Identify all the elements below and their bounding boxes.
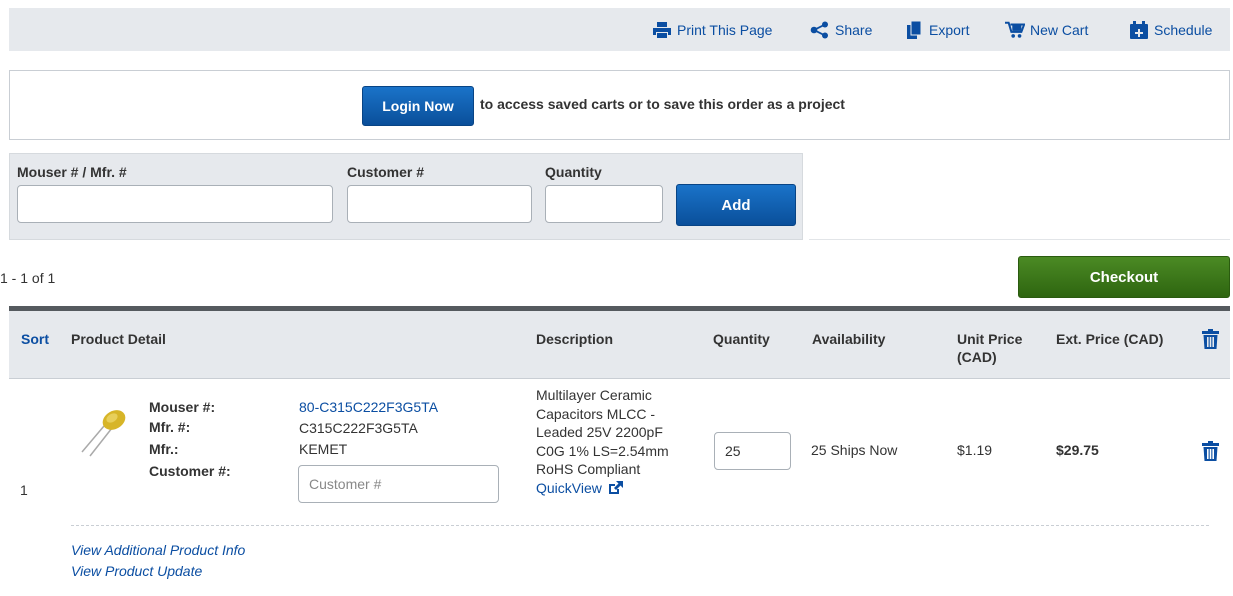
delete-row-trash-icon[interactable] xyxy=(1202,441,1219,461)
mfr-row-label: Mfr.: xyxy=(149,441,179,457)
printer-icon xyxy=(653,22,671,38)
manufacturer-name: KEMET xyxy=(299,441,348,457)
external-link-icon xyxy=(608,480,623,494)
mouser-part-link[interactable]: 80-C315C222F3G5TA xyxy=(299,399,438,415)
description-line: Capacitors MLCC - xyxy=(536,405,656,422)
customer-number-input[interactable] xyxy=(347,185,532,223)
export-icon xyxy=(907,21,922,39)
mfr-part-number: C315C222F3G5TA xyxy=(299,420,418,436)
row-quantity-input[interactable] xyxy=(714,432,791,470)
mouser-number-input[interactable] xyxy=(17,185,333,223)
ext-price-header: Ext. Price (CAD) xyxy=(1056,331,1164,347)
row-number: 1 xyxy=(20,482,28,498)
unit-price-header-line2: (CAD) xyxy=(957,349,997,365)
description-line: C0G 1% LS=2.54mm xyxy=(536,442,669,459)
quickview-label: QuickView xyxy=(536,479,602,496)
share-icon xyxy=(810,21,828,39)
quantity-header: Quantity xyxy=(713,331,770,347)
product-detail-header: Product Detail xyxy=(71,331,166,347)
availability-status: 25 Ships Now xyxy=(811,442,898,458)
login-banner: Login Now to access saved carts or to sa… xyxy=(9,70,1230,140)
mouser-number-label: Mouser # / Mfr. # xyxy=(17,164,127,180)
print-label: Print This Page xyxy=(677,22,773,38)
divider xyxy=(809,239,1230,240)
row-divider xyxy=(71,525,1209,526)
view-additional-info-link[interactable]: View Additional Product Info xyxy=(71,542,245,558)
sort-header[interactable]: Sort xyxy=(21,330,49,348)
row-customer-number-input[interactable] xyxy=(298,465,499,503)
quantity-label: Quantity xyxy=(545,164,602,180)
product-thumbnail[interactable] xyxy=(76,400,136,460)
calendar-plus-icon xyxy=(1130,21,1148,39)
mfr-number-row-label: Mfr. #: xyxy=(149,419,191,435)
quantity-input[interactable] xyxy=(545,185,663,223)
description-line: Leaded 25V 2200pF xyxy=(536,424,663,440)
results-count: 1 - 1 of 1 xyxy=(0,270,56,286)
checkout-button[interactable]: Checkout xyxy=(1018,256,1230,298)
share-label: Share xyxy=(835,22,873,38)
extended-price: $29.75 xyxy=(1056,442,1099,458)
unit-price: $1.19 xyxy=(957,442,993,458)
unit-price-header: Unit Price (CAD) xyxy=(957,330,1022,366)
description-line: Multilayer Ceramic xyxy=(536,387,652,403)
schedule-label: Schedule xyxy=(1154,22,1213,38)
cart-table-header: Sort Product Detail Description Quantity… xyxy=(9,306,1230,379)
mouser-number-row-label: Mouser #: xyxy=(149,399,216,415)
unit-price-header-line1: Unit Price xyxy=(957,331,1023,347)
export-link[interactable]: Export xyxy=(904,21,969,39)
cart-toolbar: Print This Page Share Export New Cart Sc… xyxy=(9,8,1230,51)
product-description: Multilayer Ceramic Capacitors MLCC - Lea… xyxy=(536,386,706,497)
quickview-link[interactable]: QuickView xyxy=(536,479,623,498)
cart-plus-icon xyxy=(1005,21,1025,38)
share-link[interactable]: Share xyxy=(810,21,872,39)
new-cart-link[interactable]: New Cart xyxy=(1005,21,1088,39)
view-product-update-link[interactable]: View Product Update xyxy=(71,563,202,579)
export-label: Export xyxy=(929,22,970,38)
new-cart-label: New Cart xyxy=(1030,22,1089,38)
availability-header: Availability xyxy=(812,331,886,347)
login-now-button[interactable]: Login Now xyxy=(362,86,474,126)
description-header: Description xyxy=(536,331,614,347)
customer-number-label: Customer # xyxy=(347,164,425,180)
description-line: RoHS Compliant xyxy=(536,461,641,477)
add-button[interactable]: Add xyxy=(676,184,796,226)
schedule-link[interactable]: Schedule xyxy=(1129,21,1212,39)
add-part-form: Mouser # / Mfr. # Customer # Quantity Ad… xyxy=(9,153,803,240)
customer-number-row-label: Customer #: xyxy=(149,463,231,479)
delete-all-trash-icon[interactable] xyxy=(1202,329,1219,349)
login-message: to access saved carts or to save this or… xyxy=(480,96,845,112)
print-page-link[interactable]: Print This Page xyxy=(652,21,772,39)
